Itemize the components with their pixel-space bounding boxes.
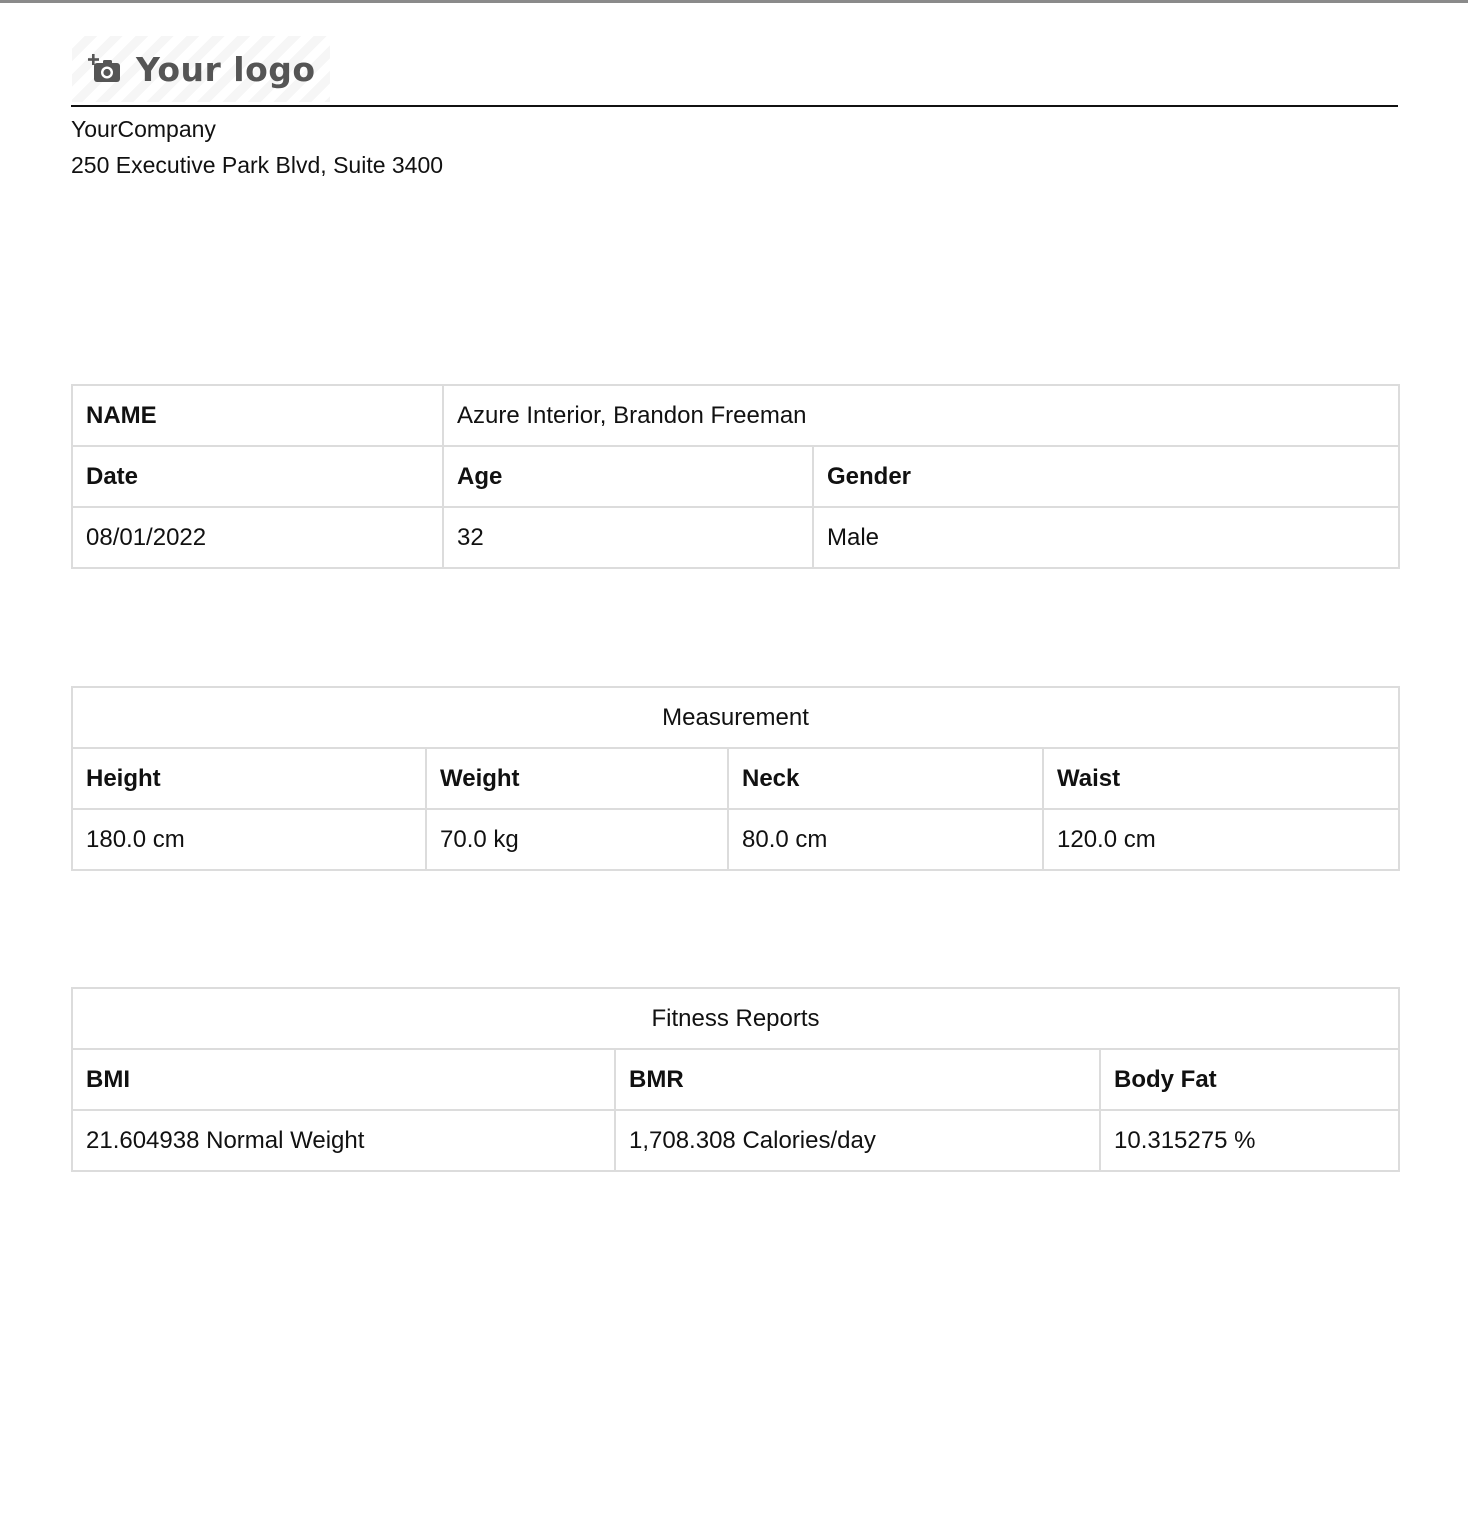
camera-add-icon — [88, 52, 122, 86]
age-value: 32 — [442, 506, 814, 569]
table-row: Height Weight Neck Waist — [71, 747, 1401, 810]
height-label: Height — [71, 747, 427, 810]
company-address-block: YourCompany 250 Executive Park Blvd, Sui… — [71, 111, 443, 183]
table-row: 180.0 cm 70.0 kg 80.0 cm 120.0 cm — [71, 808, 1401, 871]
company-logo: Your logo — [72, 36, 330, 102]
body-fat-label: Body Fat — [1099, 1048, 1400, 1111]
table-row: Measurement — [70, 686, 1401, 749]
measurement-title: Measurement — [70, 686, 1401, 749]
height-value: 180.0 cm — [71, 808, 427, 871]
date-value: 08/01/2022 — [71, 506, 444, 569]
weight-value: 70.0 kg — [425, 808, 729, 871]
table-row: BMI BMR Body Fat — [71, 1048, 1400, 1111]
name-label: NAME — [71, 384, 444, 447]
header-divider — [71, 105, 1398, 107]
bmi-label: BMI — [71, 1048, 616, 1111]
name-value: Azure Interior, Brandon Freeman — [441, 384, 1401, 447]
company-name: YourCompany — [71, 116, 216, 142]
weight-label: Weight — [425, 747, 729, 810]
date-label: Date — [71, 445, 444, 508]
logo-text: Your logo — [136, 49, 316, 89]
fitness-reports-title: Fitness Reports — [71, 987, 1400, 1050]
table-row: NAME Azure Interior, Brandon Freeman — [71, 384, 1401, 447]
bmi-value: 21.604938 Normal Weight — [71, 1109, 616, 1172]
measurement-table: Measurement Height Weight Neck Waist 180… — [70, 686, 1401, 871]
gender-label: Gender — [811, 445, 1401, 508]
waist-label: Waist — [1041, 747, 1401, 810]
top-rule — [0, 0, 1468, 3]
neck-label: Neck — [727, 747, 1044, 810]
waist-value: 120.0 cm — [1041, 808, 1401, 871]
body-fat-value: 10.315275 % — [1099, 1109, 1400, 1172]
company-address: 250 Executive Park Blvd, Suite 3400 — [71, 152, 444, 178]
table-row: 21.604938 Normal Weight 1,708.308 Calori… — [71, 1109, 1400, 1172]
age-label: Age — [442, 445, 814, 508]
table-row: Date Age Gender — [71, 445, 1401, 508]
table-row: 08/01/2022 32 Male — [71, 506, 1401, 569]
neck-value: 80.0 cm — [727, 808, 1044, 871]
bmr-label: BMR — [614, 1048, 1101, 1111]
fitness-reports-table: Fitness Reports BMI BMR Body Fat 21.6049… — [71, 987, 1400, 1172]
table-row: Fitness Reports — [71, 987, 1400, 1050]
personal-info-table: NAME Azure Interior, Brandon Freeman Dat… — [71, 384, 1401, 569]
gender-value: Male — [811, 506, 1401, 569]
bmr-value: 1,708.308 Calories/day — [614, 1109, 1101, 1172]
